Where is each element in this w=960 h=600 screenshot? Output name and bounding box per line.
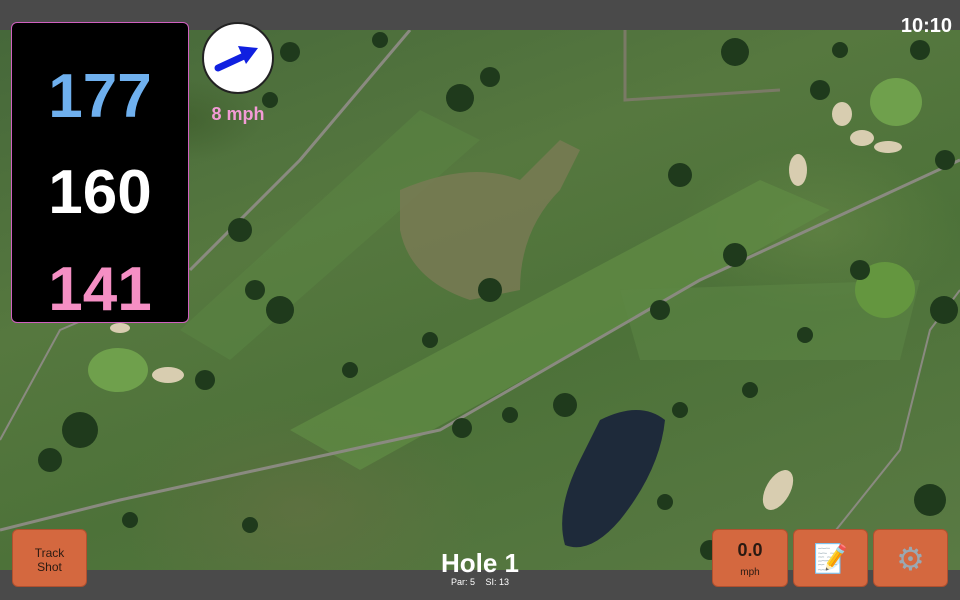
wind-indicator	[202, 22, 274, 94]
track-shot-button[interactable]: Track Shot	[12, 529, 87, 587]
hole-info: Par: 5 SI: 13	[380, 577, 580, 587]
gear-icon: ⚙	[896, 541, 925, 577]
notepad-icon: 📝	[813, 543, 848, 574]
hole-stroke-index: SI: 13	[485, 577, 510, 587]
hole-title: Hole 1	[440, 548, 520, 578]
arrow-right-icon	[214, 46, 258, 72]
yardage-panel: 177 160 141	[11, 22, 189, 323]
status-clock: 10:10	[900, 15, 952, 37]
speed-button[interactable]: 0.0 mph	[712, 529, 788, 587]
settings-button[interactable]: ⚙	[873, 529, 948, 587]
speed-unit: mph	[740, 567, 760, 578]
track-shot-label-2: Shot	[37, 560, 62, 574]
front-distance: 141	[48, 255, 152, 324]
wind-speed: 8 mph	[211, 104, 265, 124]
middle-distance: 160	[48, 158, 152, 227]
track-shot-label-1: Track	[34, 546, 65, 560]
hole-par: Par: 5	[450, 577, 475, 587]
back-distance: 177	[48, 62, 152, 131]
notes-button[interactable]: 📝	[793, 529, 868, 587]
speed-value: 0.0	[737, 540, 763, 560]
